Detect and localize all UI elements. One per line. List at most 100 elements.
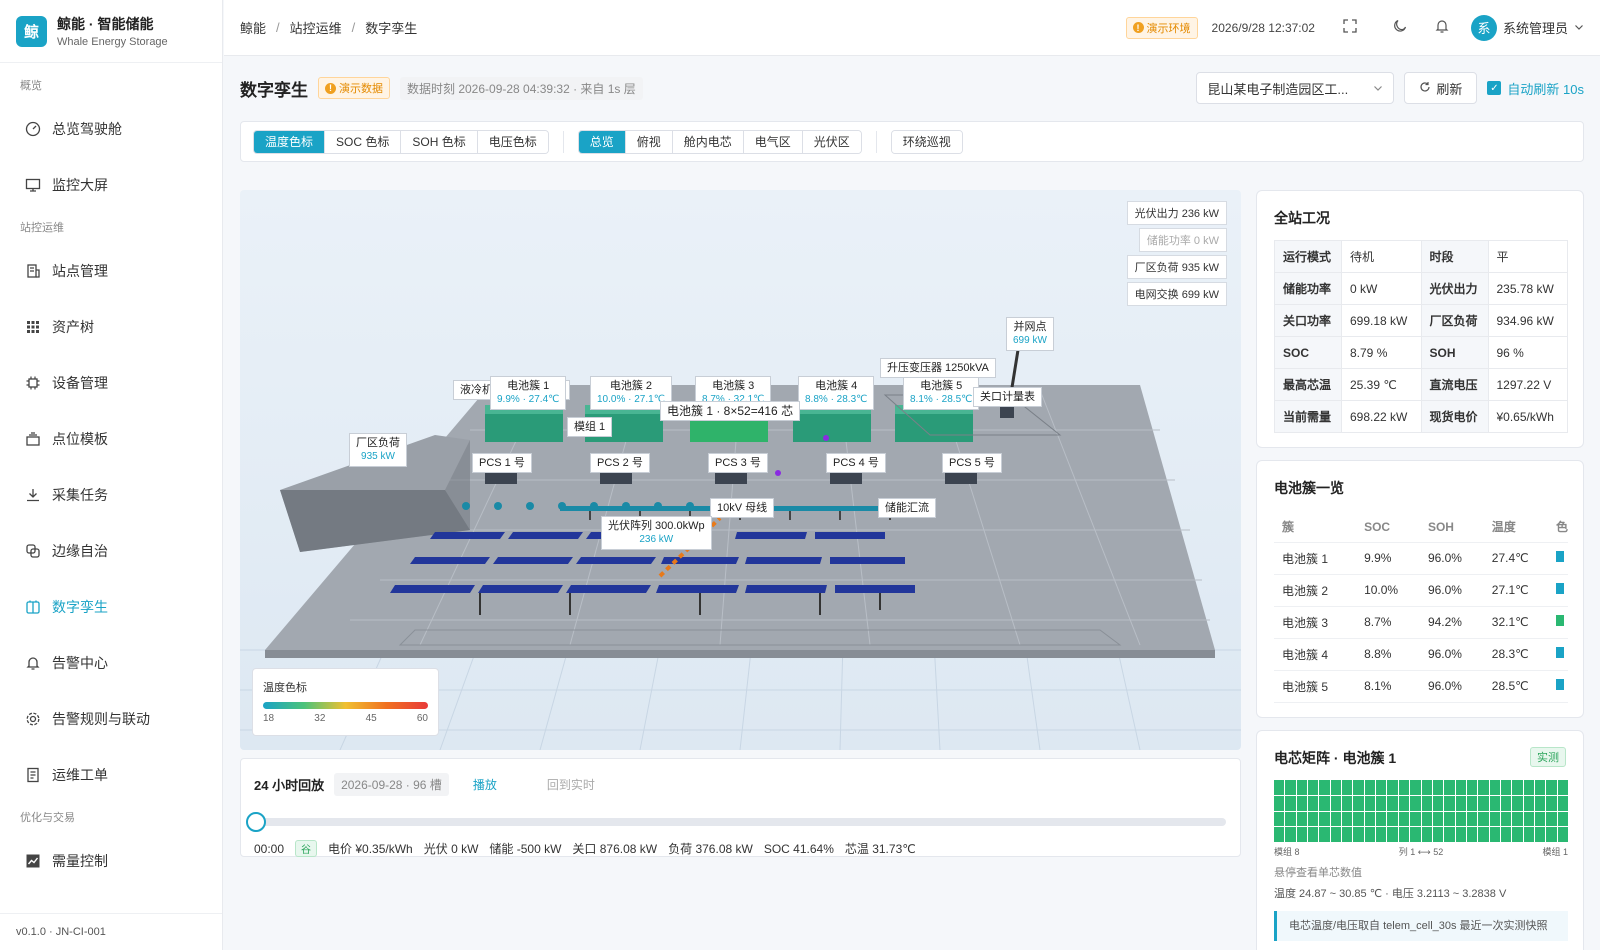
- cell-block[interactable]: [1557, 827, 1568, 842]
- sidebar-item-sites[interactable]: 站点管理: [0, 243, 222, 299]
- view-top[interactable]: 俯视: [625, 130, 673, 153]
- cell-block[interactable]: [1376, 780, 1387, 795]
- refresh-button[interactable]: 刷新: [1404, 72, 1478, 104]
- cell-block[interactable]: [1478, 795, 1489, 811]
- cell-block[interactable]: [1308, 827, 1319, 842]
- cell-block[interactable]: [1546, 811, 1557, 827]
- sidebar-item-devices[interactable]: 设备管理: [0, 355, 222, 411]
- cell-block[interactable]: [1398, 795, 1410, 811]
- cell-block[interactable]: [1444, 827, 1455, 842]
- cell-block[interactable]: [1432, 811, 1444, 827]
- view-cells[interactable]: 舱内电芯: [672, 130, 744, 153]
- cell-block[interactable]: [1387, 780, 1398, 795]
- bus-label[interactable]: 10kV 母线: [710, 498, 775, 518]
- cell-block[interactable]: [1398, 780, 1410, 795]
- cell-matrix[interactable]: [1274, 780, 1568, 842]
- pcs-label-3[interactable]: PCS 3 号: [708, 453, 768, 473]
- cell-block[interactable]: [1534, 827, 1546, 842]
- cell-block[interactable]: [1296, 780, 1308, 795]
- cell-block[interactable]: [1342, 795, 1353, 811]
- cell-block[interactable]: [1308, 795, 1319, 811]
- cell-block[interactable]: [1410, 795, 1421, 811]
- cell-block[interactable]: [1432, 827, 1444, 842]
- bell-icon[interactable]: [1435, 19, 1449, 36]
- cell-block[interactable]: [1410, 827, 1421, 842]
- cell-block[interactable]: [1342, 811, 1353, 827]
- breadcrumb-ops[interactable]: 站控运维: [290, 18, 342, 37]
- cell-block[interactable]: [1398, 811, 1410, 827]
- pcs-label-2[interactable]: PCS 2 号: [590, 453, 650, 473]
- cell-block[interactable]: [1489, 827, 1500, 842]
- breadcrumb-root[interactable]: 鲸能: [240, 18, 266, 37]
- cell-block[interactable]: [1353, 811, 1364, 827]
- transformer-label[interactable]: 升压变压器 1250kVA: [880, 358, 996, 378]
- cell-block[interactable]: [1466, 811, 1478, 827]
- cell-block[interactable]: [1512, 827, 1523, 842]
- color-mode-soc[interactable]: SOC 色标: [325, 130, 402, 153]
- cell-block[interactable]: [1523, 780, 1534, 795]
- sidebar-item-collection[interactable]: 采集任务: [0, 467, 222, 523]
- table-row[interactable]: 电池簇 2 10.0% 96.0% 27.1℃: [1274, 574, 1568, 607]
- cell-block[interactable]: [1274, 811, 1285, 827]
- brand[interactable]: 鲸 鲸能 · 智能储能 Whale Energy Storage: [0, 0, 222, 63]
- cell-block[interactable]: [1330, 827, 1342, 842]
- cell-block[interactable]: [1421, 827, 1432, 842]
- view-overview[interactable]: 总览: [578, 130, 626, 153]
- cluster-label-1[interactable]: 电池簇 1 9.9% · 27.4℃: [490, 376, 567, 410]
- cell-block[interactable]: [1512, 780, 1523, 795]
- sidebar-item-monitor[interactable]: 监控大屏: [0, 157, 222, 213]
- cell-block[interactable]: [1546, 795, 1557, 811]
- view-electrical[interactable]: 电气区: [743, 130, 803, 153]
- cell-block[interactable]: [1421, 795, 1432, 811]
- site-select[interactable]: 昆山某电子制造园区工...: [1196, 72, 1395, 104]
- sidebar-item-alarm-rules[interactable]: 告警规则与联动: [0, 691, 222, 747]
- cell-block[interactable]: [1376, 827, 1387, 842]
- cell-block[interactable]: [1410, 780, 1421, 795]
- cell-block[interactable]: [1308, 811, 1319, 827]
- cells-label[interactable]: 电池簇 1 · 8×52=416 芯: [660, 401, 801, 421]
- cell-block[interactable]: [1444, 780, 1455, 795]
- sidebar-item-edge[interactable]: 边缘自治: [0, 523, 222, 579]
- cell-block[interactable]: [1455, 827, 1466, 842]
- sidebar-item-cockpit[interactable]: 总览驾驶舱: [0, 101, 222, 157]
- table-row[interactable]: 电池簇 5 8.1% 96.0% 28.5℃: [1274, 670, 1568, 703]
- cell-block[interactable]: [1296, 795, 1308, 811]
- sidebar-item-workorders[interactable]: 运维工单: [0, 747, 222, 803]
- cell-block[interactable]: [1364, 795, 1376, 811]
- cell-block[interactable]: [1285, 780, 1296, 795]
- cell-block[interactable]: [1387, 827, 1398, 842]
- auto-refresh-checkbox[interactable]: ✓ 自动刷新 10s: [1487, 79, 1584, 98]
- cell-block[interactable]: [1557, 795, 1568, 811]
- cell-block[interactable]: [1455, 795, 1466, 811]
- cell-block[interactable]: [1308, 780, 1319, 795]
- cell-block[interactable]: [1523, 827, 1534, 842]
- cell-block[interactable]: [1285, 827, 1296, 842]
- cell-block[interactable]: [1489, 795, 1500, 811]
- cell-block[interactable]: [1478, 827, 1489, 842]
- cell-block[interactable]: [1478, 811, 1489, 827]
- cell-block[interactable]: [1319, 795, 1330, 811]
- twin-scene[interactable]: 光伏出力 236 kW 储能功率 0 kW 厂区负荷 935 kW 电网交换 6…: [240, 190, 1241, 750]
- table-row[interactable]: 电池簇 3 8.7% 94.2% 32.1℃: [1274, 606, 1568, 639]
- cell-block[interactable]: [1296, 811, 1308, 827]
- fullscreen-icon[interactable]: [1343, 19, 1357, 36]
- patrol-button[interactable]: 环绕巡视: [891, 130, 962, 153]
- grid-point-label[interactable]: 并网点 699 kW: [1006, 317, 1054, 351]
- cell-block[interactable]: [1330, 780, 1342, 795]
- pcs-label-4[interactable]: PCS 4 号: [826, 453, 886, 473]
- cell-block[interactable]: [1387, 795, 1398, 811]
- cell-block[interactable]: [1398, 827, 1410, 842]
- pcs-label-5[interactable]: PCS 5 号: [942, 453, 1002, 473]
- cell-block[interactable]: [1410, 811, 1421, 827]
- cell-block[interactable]: [1319, 811, 1330, 827]
- cell-block[interactable]: [1546, 780, 1557, 795]
- cell-block[interactable]: [1455, 780, 1466, 795]
- cell-block[interactable]: [1285, 811, 1296, 827]
- sidebar-item-alarms[interactable]: 告警中心: [0, 635, 222, 691]
- cell-block[interactable]: [1319, 827, 1330, 842]
- cell-block[interactable]: [1432, 780, 1444, 795]
- cell-block[interactable]: [1274, 780, 1285, 795]
- table-row[interactable]: 电池簇 1 9.9% 96.0% 27.4℃: [1274, 542, 1568, 575]
- cell-block[interactable]: [1500, 827, 1512, 842]
- cell-block[interactable]: [1466, 795, 1478, 811]
